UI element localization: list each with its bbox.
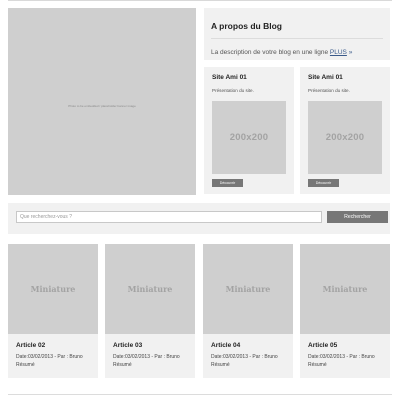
article-meta: Date:03/02/2013 - Par : Bruno xyxy=(308,354,375,360)
friend-site-description: Présentation du site. xyxy=(212,88,254,93)
hero-caption: Photo to be embedded / placeholder banne… xyxy=(68,104,136,108)
thumbnail-label: Miniature xyxy=(30,284,76,294)
friend-site-thumbnail[interactable]: 200x200 xyxy=(212,101,286,174)
article-summary: Résumé xyxy=(113,362,132,368)
article-summary: Résumé xyxy=(308,362,327,368)
thumbnail-label: Miniature xyxy=(127,284,173,294)
about-panel: A propos du Blog La description de votre… xyxy=(204,8,390,60)
thumbnail-label: Miniature xyxy=(322,284,368,294)
article-summary: Résumé xyxy=(16,362,35,368)
article-title[interactable]: Article 05 xyxy=(308,342,337,349)
search-bar: Que recherchez-vous ? Rechercher xyxy=(8,203,390,234)
article-thumbnail[interactable]: Miniature xyxy=(8,244,98,334)
article-card[interactable]: Miniature Article 03 Date:03/02/2013 - P… xyxy=(105,244,195,378)
friend-site-title: Site Ami 01 xyxy=(212,74,247,81)
thumbnail-size-label: 200x200 xyxy=(325,132,365,143)
article-meta: Date:03/02/2013 - Par : Bruno xyxy=(113,354,180,360)
about-title: A propos du Blog xyxy=(211,21,282,31)
about-divider xyxy=(211,38,383,39)
article-meta: Date:03/02/2013 - Par : Bruno xyxy=(16,354,83,360)
bottom-divider xyxy=(8,394,392,395)
about-description: La description de votre blog en une lign… xyxy=(211,49,352,56)
article-title[interactable]: Article 03 xyxy=(113,342,142,349)
article-thumbnail[interactable]: Miniature xyxy=(300,244,390,334)
article-thumbnail[interactable]: Miniature xyxy=(105,244,195,334)
friend-site-card: Site Ami 01 Présentation du site. 200x20… xyxy=(204,67,294,194)
about-more-arrow[interactable]: » xyxy=(349,49,353,56)
friend-site-description: Présentation du site. xyxy=(308,88,350,93)
search-input[interactable]: Que recherchez-vous ? xyxy=(16,211,322,223)
article-card[interactable]: Miniature Article 05 Date:03/02/2013 - P… xyxy=(300,244,390,378)
article-title[interactable]: Article 04 xyxy=(211,342,240,349)
article-card[interactable]: Miniature Article 04 Date:03/02/2013 - P… xyxy=(203,244,293,378)
thumbnail-size-label: 200x200 xyxy=(229,132,269,143)
search-button[interactable]: Rechercher xyxy=(327,211,388,223)
hero-image[interactable]: Photo to be embedded / placeholder banne… xyxy=(8,8,196,195)
article-thumbnail[interactable]: Miniature xyxy=(203,244,293,334)
about-more-link[interactable]: PLUS xyxy=(330,49,347,56)
thumbnail-label: Miniature xyxy=(225,284,271,294)
friend-site-card: Site Ami 01 Présentation du site. 200x20… xyxy=(300,67,390,194)
about-description-text: La description de votre blog en une lign… xyxy=(211,49,329,56)
article-card[interactable]: Miniature Article 02 Date:03/02/2013 - P… xyxy=(8,244,98,378)
discover-button[interactable]: Découvrir xyxy=(308,179,339,187)
friend-site-title: Site Ami 01 xyxy=(308,74,343,81)
article-title[interactable]: Article 02 xyxy=(16,342,45,349)
discover-button[interactable]: Découvrir xyxy=(212,179,243,187)
top-divider xyxy=(8,0,392,1)
article-summary: Résumé xyxy=(211,362,230,368)
article-meta: Date:03/02/2013 - Par : Bruno xyxy=(211,354,278,360)
friend-site-thumbnail[interactable]: 200x200 xyxy=(308,101,382,174)
